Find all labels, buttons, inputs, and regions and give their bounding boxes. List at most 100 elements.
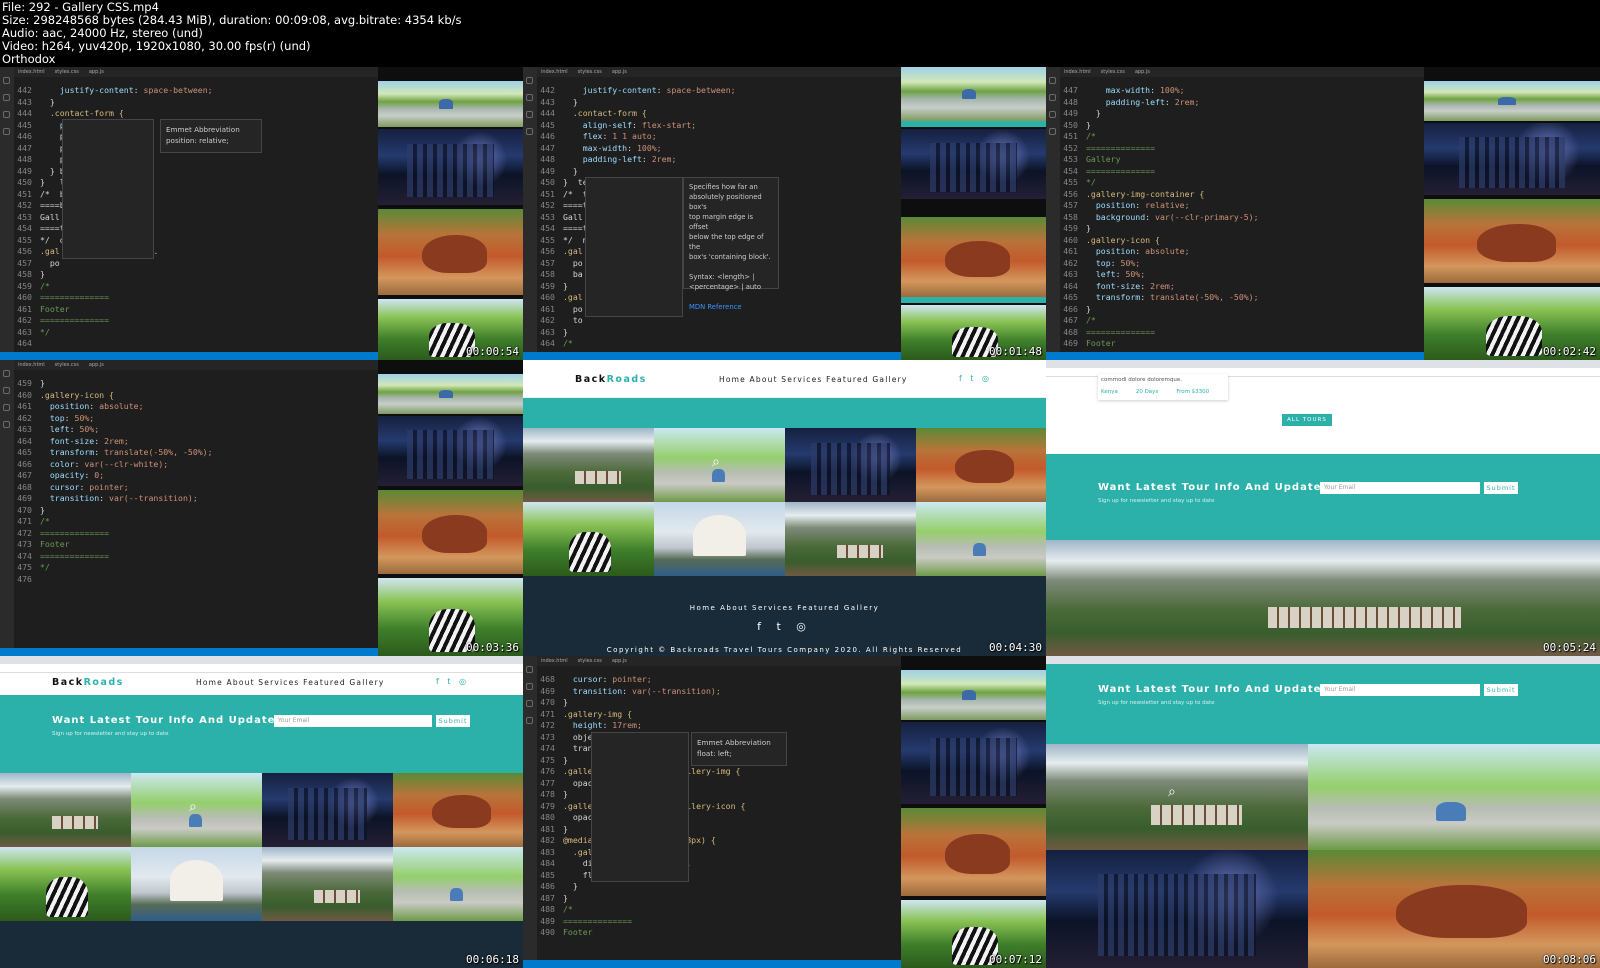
git-icon[interactable] (1049, 111, 1056, 118)
code-line[interactable]: 446 flex: 1 1 auto; (537, 131, 901, 143)
gallery-image[interactable] (131, 847, 262, 921)
code-line[interactable]: 464 /* (537, 338, 901, 350)
code-line[interactable]: 453 Gallery (1060, 154, 1424, 166)
tab-app[interactable]: app.js (612, 69, 627, 75)
submit-button[interactable]: Submit (436, 715, 470, 727)
gallery-image[interactable] (0, 773, 131, 847)
code-line[interactable]: 452 ============== (1060, 143, 1424, 155)
gallery-image[interactable] (901, 670, 1046, 720)
site-logo[interactable]: BackRoads (575, 374, 647, 385)
code-line[interactable]: 473 Footer (14, 539, 378, 551)
thumbnail-6[interactable]: commodi dolore doloremque. Kenya 20 Days… (1046, 360, 1600, 656)
gallery-image[interactable] (378, 81, 523, 127)
gallery-image[interactable] (1308, 850, 1600, 968)
code-line[interactable]: 472 ============== (14, 528, 378, 540)
social-icons[interactable]: f t ◎ (959, 374, 992, 383)
submit-button[interactable]: Submit (1484, 684, 1518, 696)
site-logo[interactable]: BackRoads (52, 677, 124, 688)
code-line[interactable]: 471 .gallery-img { (537, 709, 901, 721)
browser-address-bar[interactable] (0, 664, 523, 673)
code-line[interactable]: 449 } (1060, 108, 1424, 120)
code-line[interactable]: 449 } (537, 166, 901, 178)
tab-app[interactable]: app.js (89, 362, 104, 368)
code-line[interactable]: 466} (1060, 304, 1424, 316)
search-icon[interactable] (526, 683, 533, 690)
code-lines[interactable]: 447 max-width: 100%; 448 padding-left: 2r… (1060, 85, 1424, 360)
tab-styles[interactable]: styles.css (578, 658, 602, 664)
code-line[interactable]: 461 Footer (14, 304, 378, 316)
gallery-image[interactable] (1424, 123, 1600, 195)
git-icon[interactable] (526, 111, 533, 118)
code-line[interactable]: 458 background: var(--clr-primary-5); (1060, 212, 1424, 224)
code-line[interactable]: 464 font-size: 2rem; (1060, 281, 1424, 293)
code-line[interactable]: 462 top: 50%; (14, 413, 378, 425)
gallery-image[interactable] (378, 209, 523, 295)
code-line[interactable]: 462 top: 50%; (1060, 258, 1424, 270)
code-line[interactable]: 469 Footer (1060, 338, 1424, 350)
code-line[interactable]: 447 max-width: 100%; (537, 143, 901, 155)
code-line[interactable]: 460 .gallery-icon { (1060, 235, 1424, 247)
code-line[interactable]: 466 color: var(--clr-white); (14, 459, 378, 471)
tab-index[interactable]: index.html (541, 69, 568, 75)
code-line[interactable]: 468 cursor: pointer; (537, 674, 901, 686)
tab-index[interactable]: index.html (541, 658, 568, 664)
email-input[interactable]: Your Email (274, 715, 432, 727)
tab-index[interactable]: index.html (18, 362, 45, 368)
tab-app[interactable]: app.js (1135, 69, 1150, 75)
code-line[interactable]: 442 justify-content: space-between; (537, 85, 901, 97)
footer-links[interactable]: Home About Services Featured Gallery (523, 604, 1046, 612)
gallery-image[interactable] (901, 808, 1046, 896)
code-line[interactable]: 488 /* (537, 904, 901, 916)
code-line[interactable]: 469 transition: var(--transition); (14, 493, 378, 505)
code-line[interactable]: 475 */ (14, 562, 378, 574)
code-line[interactable]: 465 transform: translate(-50%, -50%); (1060, 292, 1424, 304)
nav-links[interactable]: Home About Services Featured Gallery (196, 678, 385, 687)
autocomplete-popup[interactable] (62, 119, 154, 259)
email-input[interactable]: Your Email (1320, 684, 1480, 696)
extensions-icon[interactable] (3, 128, 10, 135)
code-line[interactable]: 443 } (14, 97, 378, 109)
gallery-image[interactable]: ⌕ (1046, 744, 1308, 850)
code-line[interactable]: 462 ============== (14, 315, 378, 327)
tab-styles[interactable]: styles.css (55, 69, 79, 75)
gallery-image[interactable] (523, 502, 654, 576)
gallery-image[interactable] (901, 129, 1046, 199)
code-line[interactable]: 468 cursor: pointer; (14, 482, 378, 494)
code-line[interactable]: 460 .gallery-icon { (14, 390, 378, 402)
code-line[interactable]: 463 */ (14, 327, 378, 339)
gallery-image[interactable] (1308, 744, 1600, 850)
gallery-image[interactable] (523, 428, 654, 502)
git-icon[interactable] (526, 700, 533, 707)
mdn-reference-link[interactable]: MDN Reference (689, 302, 773, 312)
code-line[interactable]: 467 opacity: 0; (14, 470, 378, 482)
extensions-icon[interactable] (1049, 128, 1056, 135)
files-icon[interactable] (1049, 77, 1056, 84)
search-icon[interactable]: ⌕ (189, 799, 197, 815)
code-line[interactable]: 460 ============== (14, 292, 378, 304)
gallery-image[interactable] (1046, 850, 1308, 968)
code-line[interactable]: 459} (1060, 223, 1424, 235)
code-line[interactable]: 456 .gallery-img-container { (1060, 189, 1424, 201)
autocomplete-popup[interactable] (585, 177, 683, 317)
code-line[interactable]: 464 (14, 338, 378, 350)
tab-styles[interactable]: styles.css (1101, 69, 1125, 75)
code-line[interactable]: 465 transform: translate(-50%, -50%); (14, 447, 378, 459)
code-line[interactable]: 451 /* (1060, 131, 1424, 143)
code-line[interactable]: 445 align-self: flex-start; (537, 120, 901, 132)
search-icon[interactable] (526, 94, 533, 101)
gallery-image[interactable] (901, 217, 1046, 297)
files-icon[interactable] (3, 77, 10, 84)
code-line[interactable]: 458} (14, 269, 378, 281)
gallery-image[interactable] (901, 722, 1046, 804)
gallery-image[interactable] (916, 428, 1046, 502)
thumbnail-3[interactable]: index.html styles.css app.js 447 max-width… (1046, 67, 1600, 360)
code-line[interactable]: 447 max-width: 100%; (1060, 85, 1424, 97)
code-line[interactable]: 490 Footer (537, 927, 901, 939)
search-icon[interactable] (3, 94, 10, 101)
code-line[interactable]: 474 ============== (14, 551, 378, 563)
code-line[interactable]: 457 po (14, 258, 378, 270)
code-line[interactable]: 464 font-size: 2rem; (14, 436, 378, 448)
gallery-image[interactable] (393, 773, 523, 847)
code-line[interactable]: 455 */ (1060, 177, 1424, 189)
search-icon[interactable] (3, 387, 10, 394)
